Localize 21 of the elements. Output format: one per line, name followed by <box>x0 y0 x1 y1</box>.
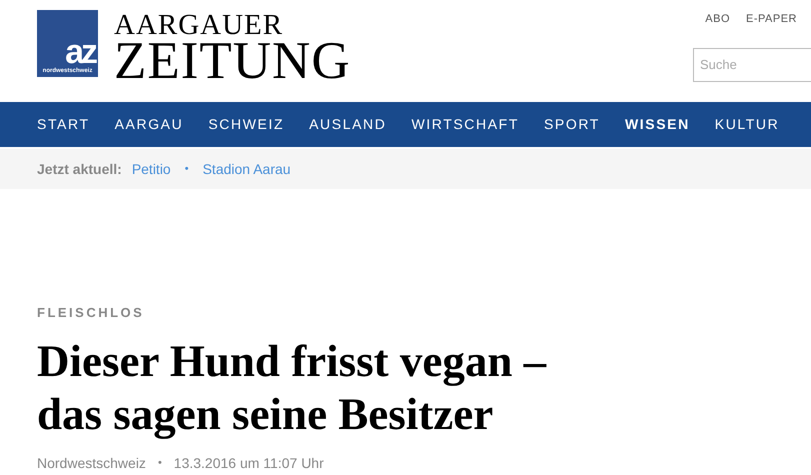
nav-tab[interactable]: START <box>37 114 90 135</box>
separator-dot: • <box>158 456 162 471</box>
nav-tab[interactable]: SPORT <box>544 114 600 135</box>
nav-tab[interactable]: WISSEN <box>624 114 690 135</box>
separator-dot: • <box>184 162 190 177</box>
nav-tab[interactable]: AARGAU <box>114 114 184 135</box>
trending-label: Jetzt aktuell: <box>37 160 122 178</box>
logo-title: AARGAUER <box>114 12 284 38</box>
nav-tab[interactable]: KULTUR <box>714 114 780 135</box>
logo-title: ZEITUNG <box>114 38 351 84</box>
logo-letters: az <box>65 37 96 67</box>
nav-tab[interactable]: AUSLAND <box>309 114 386 135</box>
article-date: 13.3.2016 um 11:07 Uhr <box>174 454 324 472</box>
search-field[interactable]: Suche <box>693 48 811 82</box>
category-label: FLEISCHLOS <box>37 304 146 322</box>
top-link[interactable]: ABO <box>705 11 730 28</box>
nav-tab[interactable]: SCHWEIZ <box>208 114 284 135</box>
headline: Dieser Hund frisst vegan – das sagen seine Besitzer <box>37 334 548 440</box>
nav-tab[interactable]: WIRTSCHAFT <box>411 114 519 135</box>
article-source: Nordwestschweiz <box>37 454 146 472</box>
top-link[interactable]: E-PAPER <box>746 11 797 28</box>
